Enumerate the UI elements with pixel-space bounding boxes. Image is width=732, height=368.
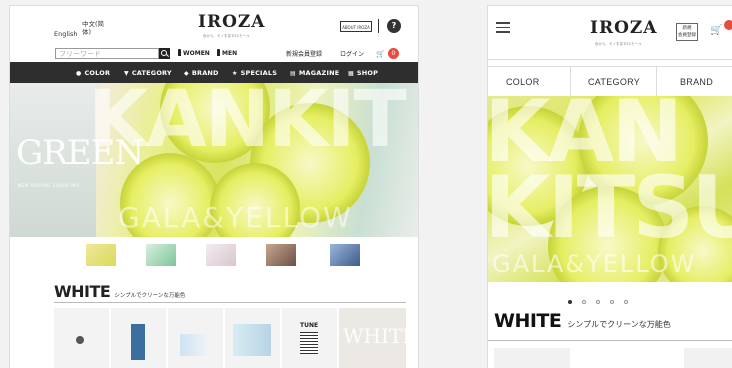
- nav-color[interactable]: ● COLOR: [76, 69, 110, 77]
- mobile-view: IROZA 色から、モノを探すECモール 新規 会員登録 🛒 COLOR CAT…: [488, 6, 732, 368]
- hero-green-label: GREEN: [16, 133, 144, 173]
- search-input[interactable]: フリーワード: [55, 48, 159, 59]
- search-row: フリーワード WOMEN MEN 新規会員登録 ログイン 🛒 0: [10, 46, 418, 60]
- nav-magazine[interactable]: ▤ MAGAZINE: [290, 69, 339, 77]
- mobile-tab-category[interactable]: CATEGORY: [588, 77, 640, 87]
- cart-icon[interactable]: 🛒: [376, 50, 385, 58]
- carousel-dot[interactable]: [596, 300, 600, 304]
- product-card[interactable]: [168, 308, 223, 368]
- mobile-product-card[interactable]: [684, 348, 732, 368]
- nav-category[interactable]: ▼ CATEGORY: [124, 69, 172, 77]
- mobile-category-tabs: COLOR CATEGORY BRAND: [488, 66, 732, 98]
- carousel-thumb[interactable]: [330, 244, 360, 266]
- menu-icon[interactable]: [496, 22, 510, 33]
- header-divider: [378, 19, 379, 33]
- hero-green-sublabel: NEW ARRIVAL COLOR MIX: [18, 183, 81, 188]
- carousel-dot[interactable]: [568, 300, 572, 304]
- product-card[interactable]: [54, 308, 109, 368]
- register-link[interactable]: 新規会員登録: [286, 49, 322, 58]
- man-icon: [217, 49, 220, 56]
- desktop-view: English 中文(简体) IROZA 色から、モノを探すECモール ABOU…: [10, 6, 418, 368]
- mobile-hero-line2: KITSU: [488, 158, 732, 258]
- hero-banner[interactable]: KANKIT GREEN NEW ARRIVAL COLOR MIX GALA&…: [10, 83, 418, 237]
- mobile-header: IROZA 色から、モノを探すECモール 新規 会員登録 🛒: [488, 6, 732, 60]
- nav-specials[interactable]: ★ SPECIALS: [232, 69, 277, 77]
- star-icon: ★: [232, 70, 238, 77]
- book-icon: ▤: [290, 70, 296, 77]
- mobile-tab-color[interactable]: COLOR: [506, 77, 540, 87]
- site-tagline: 色から、モノを探すECモール: [203, 34, 250, 38]
- product-label-tune: TUNE: [300, 322, 319, 329]
- carousel-thumb[interactable]: [86, 244, 116, 266]
- help-icon[interactable]: ?: [387, 19, 401, 33]
- mobile-section-title: WHITE: [494, 310, 562, 332]
- store-icon: ▦: [348, 70, 354, 77]
- carousel-thumb[interactable]: [206, 244, 236, 266]
- section-subtitle: シンプルでクリーンな万能色: [114, 293, 186, 299]
- mobile-product-card[interactable]: [494, 348, 570, 368]
- hero-bottom-text: GALA&YELLOW: [118, 201, 353, 234]
- mobile-tab-brand[interactable]: BRAND: [680, 77, 713, 87]
- product-label-white: WHITE: [343, 324, 406, 348]
- cart-count-badge: 0: [388, 48, 399, 59]
- shirt-icon: ▼: [124, 70, 129, 77]
- section-heading: WHITE シンプルでクリーンな万能色: [54, 282, 185, 301]
- language-english-link[interactable]: English: [54, 30, 77, 38]
- mobile-site-tagline: 色から、モノを探すECモール: [595, 42, 642, 46]
- about-button[interactable]: ABOUT IROZA: [340, 21, 372, 32]
- palette-icon: ●: [76, 70, 82, 77]
- mobile-site-logo[interactable]: IROZA: [590, 18, 658, 38]
- mobile-hero-bottom-text: GALA&YELLOW: [492, 250, 697, 278]
- main-navigation: ● COLOR ▼ CATEGORY ◆ BRAND ★ SPECIALS ▤ MAGAZ…: [10, 62, 418, 83]
- women-link[interactable]: WOMEN: [178, 49, 210, 57]
- section-title: WHITE: [54, 282, 111, 301]
- carousel-dot[interactable]: [610, 300, 614, 304]
- product-card[interactable]: WHITE: [339, 308, 406, 368]
- mobile-hero-banner[interactable]: KAN KITSU GALA&YELLOW: [488, 96, 732, 282]
- carousel-thumb[interactable]: [266, 244, 296, 266]
- mobile-section-heading: WHITE シンプルでクリーンな万能色: [494, 310, 671, 332]
- mobile-cart-badge: [724, 20, 732, 30]
- search-button[interactable]: [159, 48, 170, 59]
- nav-shop[interactable]: ▦ SHOP: [348, 69, 378, 77]
- mobile-section-subtitle: シンプルでクリーンな万能色: [567, 320, 671, 329]
- tag-icon: ◆: [184, 70, 189, 77]
- site-logo[interactable]: IROZA: [198, 12, 266, 32]
- product-card[interactable]: TUNE: [282, 308, 337, 368]
- carousel-dot[interactable]: [624, 300, 628, 304]
- section-divider: [54, 302, 406, 303]
- men-link[interactable]: MEN: [217, 49, 237, 57]
- mobile-cart-icon[interactable]: 🛒: [710, 25, 722, 36]
- mobile-section-divider: [488, 340, 732, 341]
- mobile-register-button[interactable]: 新規 会員登録: [676, 23, 698, 41]
- carousel-dots: [568, 289, 638, 308]
- woman-icon: [178, 49, 181, 56]
- product-card[interactable]: [225, 308, 280, 368]
- carousel-dot[interactable]: [582, 300, 586, 304]
- login-link[interactable]: ログイン: [340, 49, 364, 58]
- nav-brand[interactable]: ◆ BRAND: [184, 69, 219, 77]
- language-chinese-link[interactable]: 中文(简体): [82, 20, 112, 36]
- product-card[interactable]: [111, 308, 166, 368]
- desktop-header: English 中文(简体) IROZA 色から、モノを探すECモール ABOU…: [10, 6, 418, 44]
- carousel-thumb[interactable]: [146, 244, 176, 266]
